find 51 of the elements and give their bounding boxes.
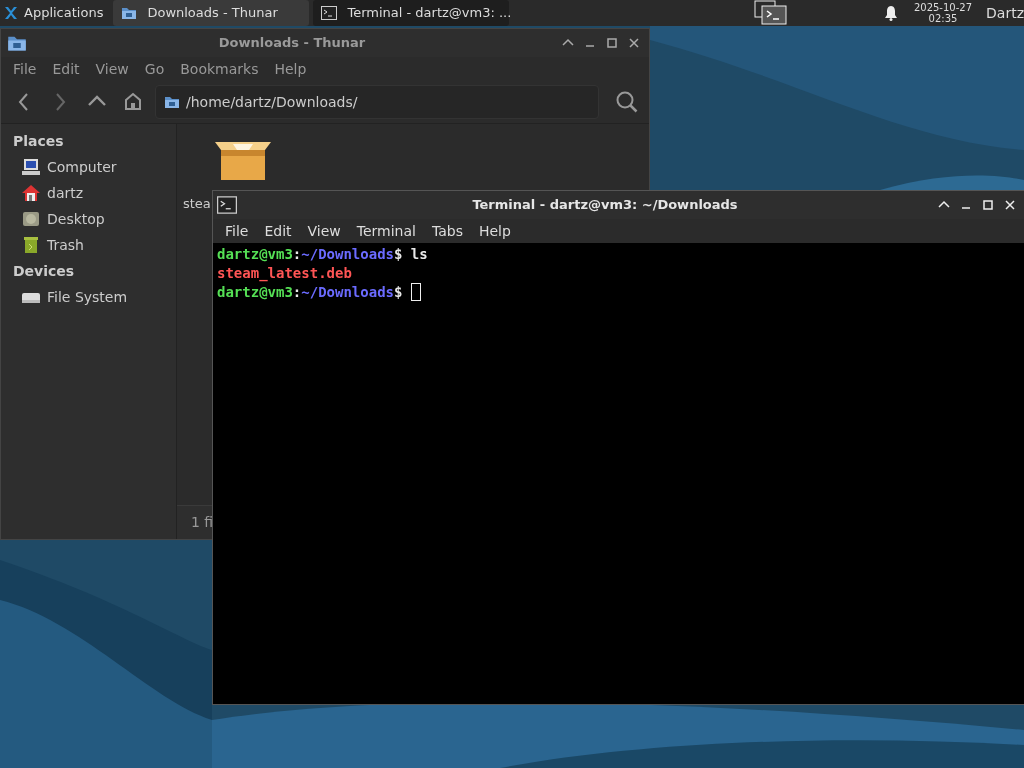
user-menu[interactable]: Dartz: [980, 2, 1024, 24]
terminal-line: steam_latest.deb: [217, 264, 352, 283]
file-name[interactable]: stea: [183, 196, 211, 212]
status-text: 1 fi: [191, 513, 214, 532]
trash-icon: [21, 236, 41, 254]
close-icon[interactable]: [627, 36, 641, 50]
menu-item[interactable]: Edit: [256, 220, 300, 242]
section-heading: Devices: [12, 262, 76, 281]
logo-icon: [4, 6, 18, 20]
workspace-icon[interactable]: [753, 0, 790, 26]
location-field[interactable]: /home/dartz/Downloads/: [155, 85, 599, 119]
window-icon: [7, 34, 27, 52]
menu-item[interactable]: Edit: [44, 58, 88, 80]
desktop-icon: [21, 210, 41, 228]
maximize-icon[interactable]: [981, 198, 995, 212]
menu-item[interactable]: Help: [470, 220, 519, 242]
menu-item[interactable]: Bookmarks: [172, 58, 267, 80]
search-icon[interactable]: [615, 90, 639, 114]
terminal-line: dartz@vm3:~/Downloads$: [217, 283, 404, 302]
window-icon: [217, 196, 237, 214]
menu-item[interactable]: File: [217, 220, 257, 242]
taskbar-button[interactable]: Downloads - Thunar: [113, 0, 310, 26]
clock[interactable]: 2025-10-27 02:35: [913, 2, 973, 24]
sidebar-item[interactable]: dartz: [1, 180, 176, 206]
menu-item[interactable]: Tabs: [423, 220, 471, 242]
folder-icon: [164, 95, 180, 109]
sidebar-item[interactable]: Desktop: [1, 206, 176, 232]
sidebar-item[interactable]: File System: [1, 284, 176, 310]
folder-icon: [121, 6, 138, 20]
computer-icon: [21, 158, 41, 176]
menu-item[interactable]: Help: [266, 58, 315, 80]
terminal-line: dartz@vm3:~/Downloads$ ls: [217, 245, 428, 264]
window-title: Downloads - Thunar: [218, 35, 366, 51]
sidebar-item[interactable]: Computer: [1, 154, 176, 180]
sidebar-item[interactable]: Trash: [1, 232, 176, 258]
terminal-icon: [321, 6, 338, 20]
applications-menu[interactable]: Applications: [0, 0, 108, 26]
menu-item[interactable]: View: [87, 58, 137, 80]
taskbar-button[interactable]: Terminal - dartz@vm3: ...: [313, 0, 510, 26]
maximize-icon[interactable]: [605, 36, 619, 50]
text-cursor: [410, 283, 421, 301]
menu-item[interactable]: File: [5, 58, 45, 80]
home-icon: [21, 184, 41, 202]
home-icon[interactable]: [123, 91, 143, 113]
menu-item[interactable]: Go: [136, 58, 173, 80]
section-heading: Places: [12, 132, 65, 151]
bell-icon[interactable]: [883, 5, 898, 21]
menu-item[interactable]: View: [299, 220, 349, 242]
close-icon[interactable]: [1003, 198, 1017, 212]
menu-item[interactable]: Terminal: [348, 220, 424, 242]
window-title: Terminal - dartz@vm3: ~/Downloads: [472, 197, 738, 213]
